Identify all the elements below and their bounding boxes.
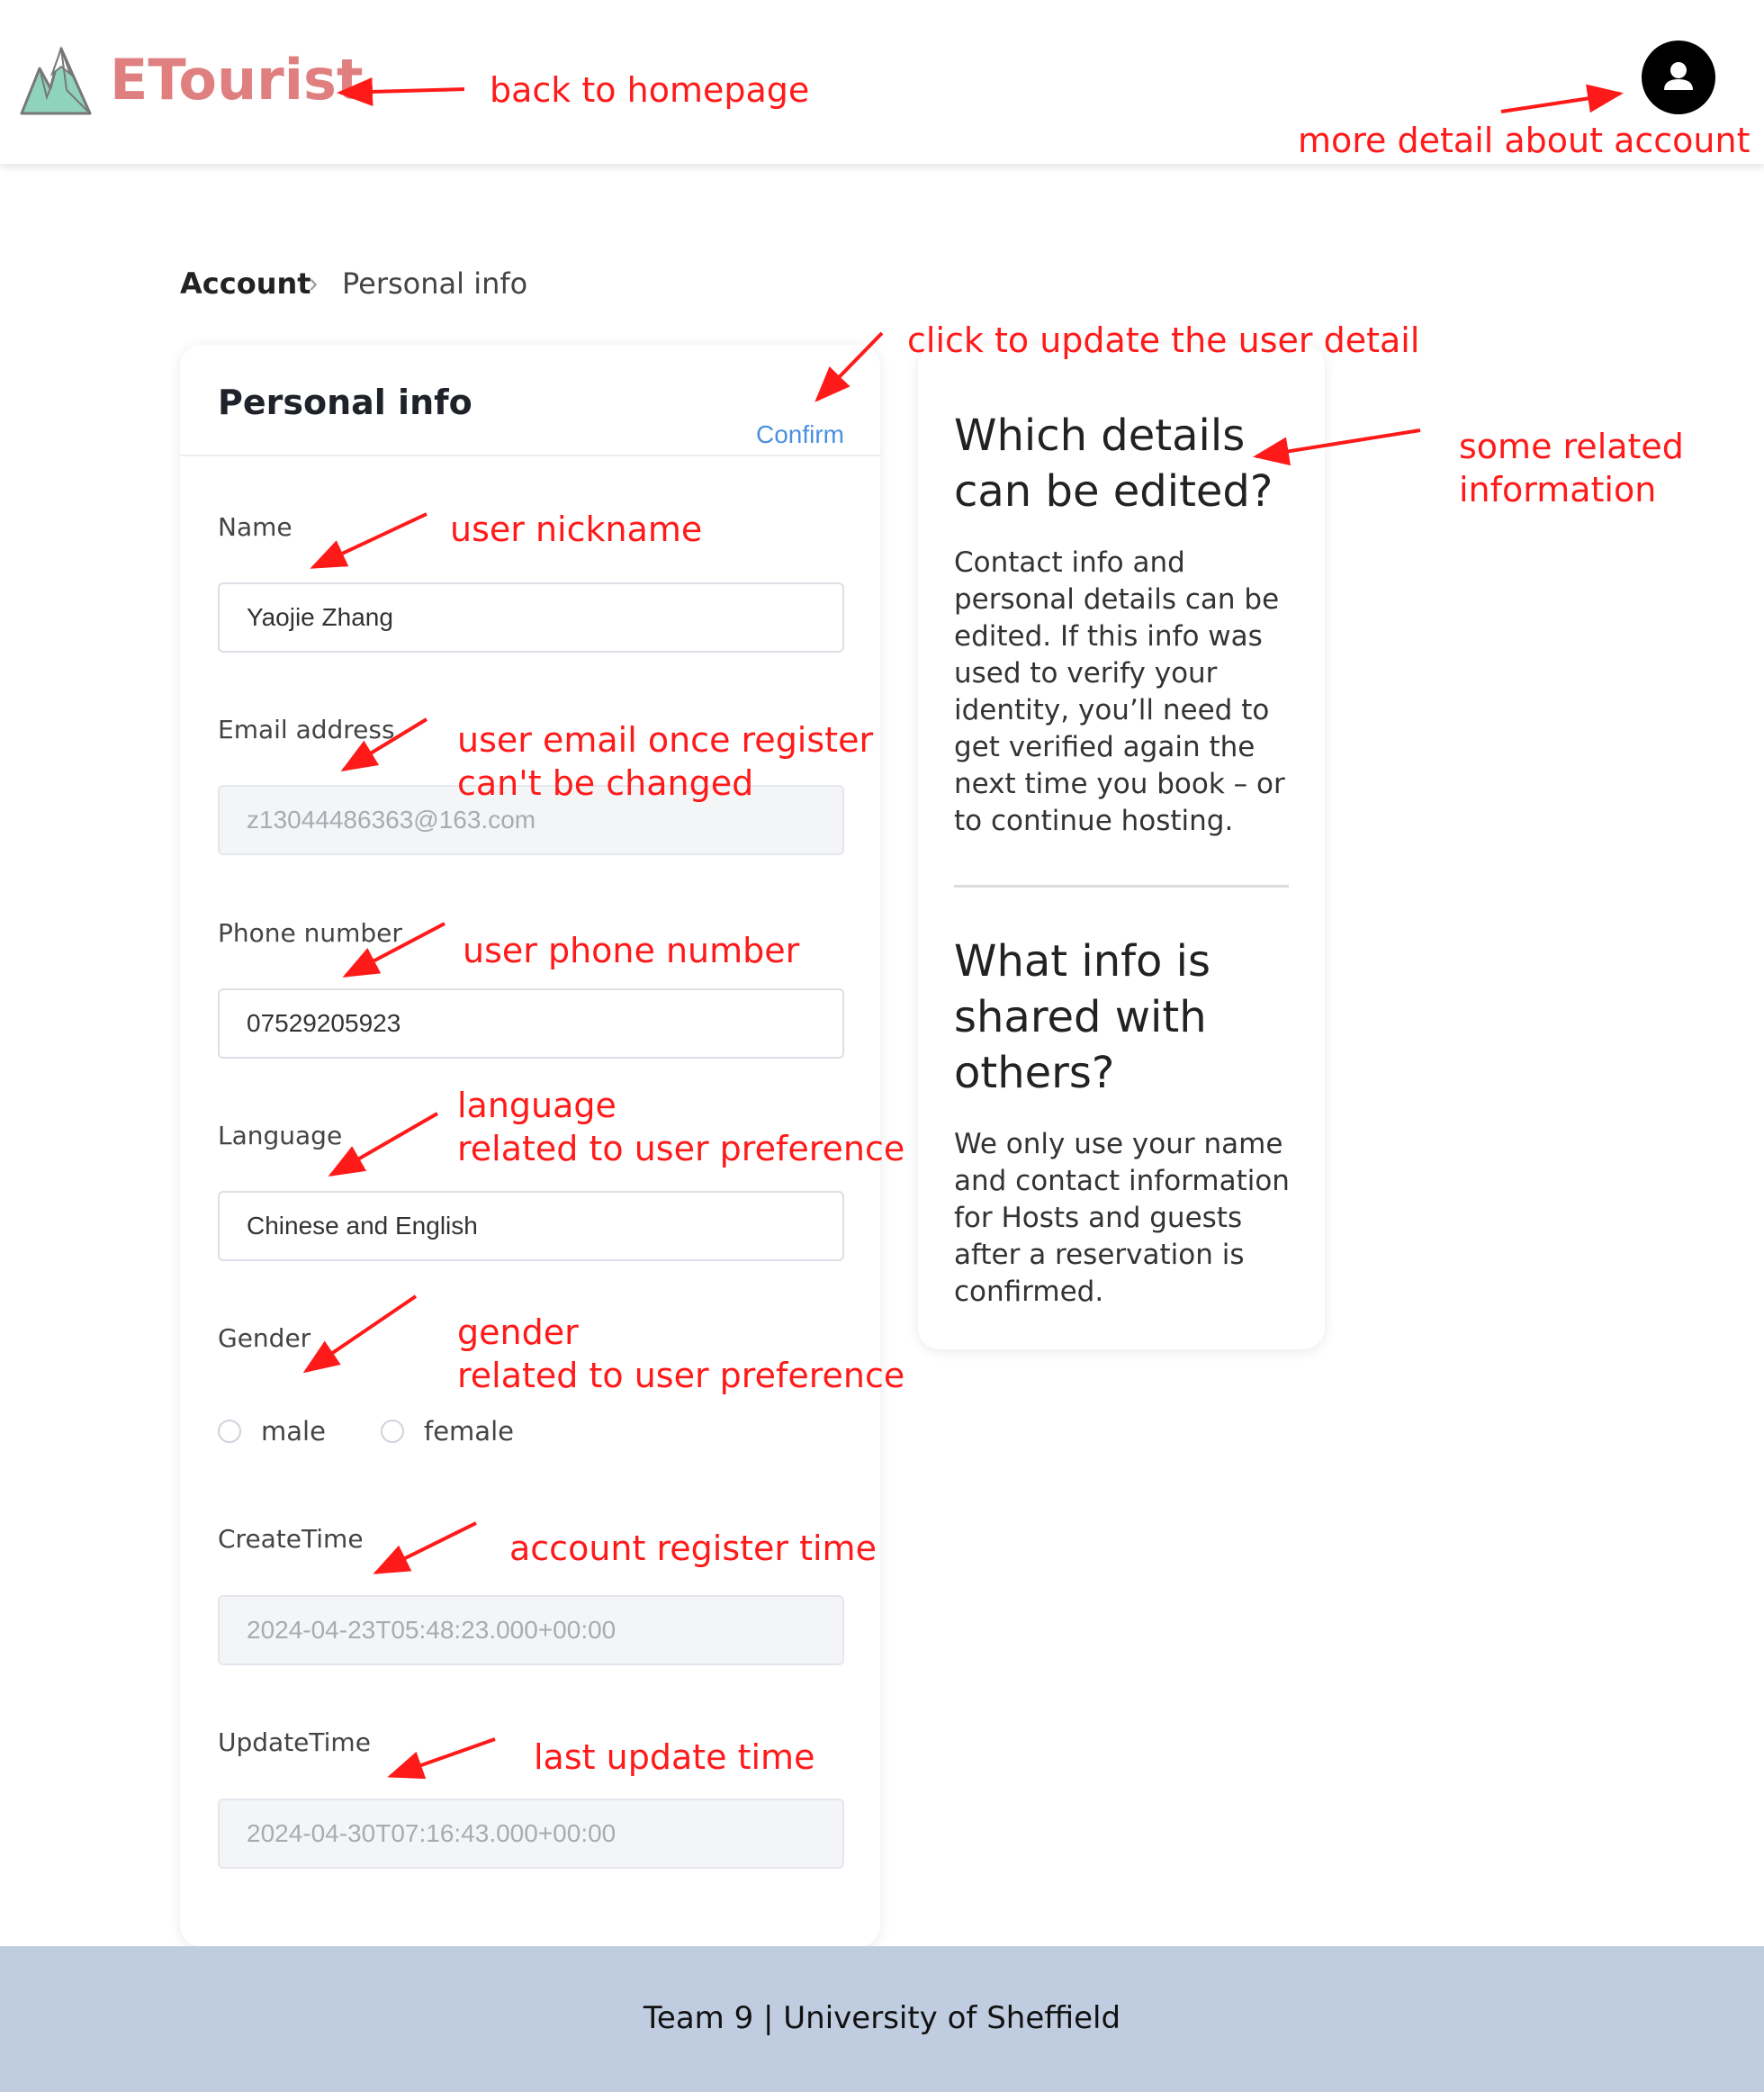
annotation-language-1: language <box>457 1086 616 1125</box>
editable-details-heading: Which details can be edited? <box>954 410 1274 517</box>
language-label: Language <box>218 1121 343 1150</box>
shared-info-heading: What info is shared with others? <box>954 936 1210 1098</box>
info-divider <box>954 885 1289 888</box>
annotation-account-detail: more detail about account <box>1298 121 1750 160</box>
email-label: Email address <box>218 715 395 744</box>
annotation-gender-2: related to user preference <box>457 1356 905 1395</box>
breadcrumb-current: Personal info <box>342 266 528 301</box>
annotation-email-2: can't be changed <box>457 763 754 803</box>
phone-input[interactable] <box>218 988 844 1059</box>
annotation-click-update: click to update the user detail <box>907 320 1420 360</box>
page-footer: Team 9 | University of Sheffield <box>0 1946 1764 2092</box>
annotation-back-home: back to homepage <box>490 70 810 110</box>
brand-home-link[interactable]: ETourist <box>110 47 364 113</box>
annotation-related-2: information <box>1459 470 1657 509</box>
card-title: Personal info <box>218 383 472 422</box>
annotation-update-time: last update time <box>534 1737 815 1777</box>
update-time-input[interactable] <box>218 1799 844 1869</box>
annotation-phone: user phone number <box>463 931 800 970</box>
gender-radio-male[interactable]: male <box>218 1416 326 1447</box>
radio-label-female: female <box>424 1416 514 1447</box>
annotation-email-1: user email once register <box>457 720 874 760</box>
info-card: Which details can be edited? Contact inf… <box>918 345 1325 1349</box>
annotation-language-2: related to user preference <box>457 1129 905 1168</box>
radio-circle-icon[interactable] <box>218 1420 241 1443</box>
shared-info-body: We only use your name and contact inform… <box>954 1128 1290 1308</box>
annotation-nickname: user nickname <box>450 509 703 549</box>
user-avatar-icon[interactable] <box>1642 41 1715 114</box>
mountain-logo-icon[interactable] <box>20 43 92 115</box>
phone-label: Phone number <box>218 918 402 948</box>
chevron-right-icon: › <box>309 268 318 298</box>
name-input[interactable] <box>218 582 844 653</box>
radio-circle-icon[interactable] <box>381 1420 404 1443</box>
annotation-register-time: account register time <box>509 1528 877 1568</box>
language-input[interactable] <box>218 1191 844 1261</box>
radio-label-male: male <box>261 1416 326 1447</box>
card-divider <box>180 455 880 456</box>
update-time-label: UpdateTime <box>218 1727 371 1757</box>
gender-label: Gender <box>218 1323 311 1353</box>
footer-text: Team 9 | University of Sheffield <box>643 2000 1121 2036</box>
name-label: Name <box>218 512 292 542</box>
create-time-input[interactable] <box>218 1595 844 1665</box>
breadcrumb-account[interactable]: Account <box>180 266 311 301</box>
gender-radio-female[interactable]: female <box>381 1416 514 1447</box>
create-time-label: CreateTime <box>218 1524 364 1554</box>
annotation-gender-1: gender <box>457 1312 579 1352</box>
annotation-related-1: some related <box>1459 427 1684 466</box>
confirm-button[interactable]: Confirm <box>756 420 844 449</box>
editable-details-body: Contact info and personal details can be… <box>954 546 1285 837</box>
